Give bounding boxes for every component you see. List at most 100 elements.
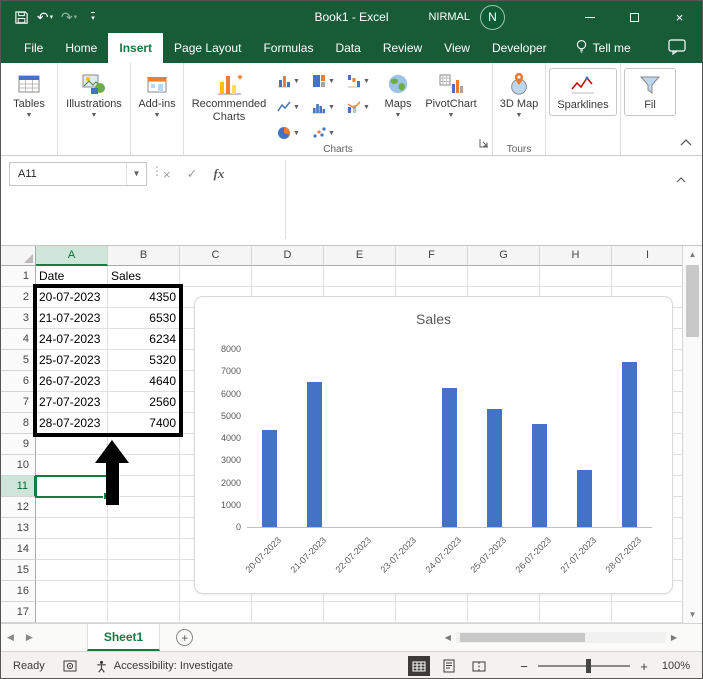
- tab-page-layout[interactable]: Page Layout: [163, 33, 252, 63]
- scroll-down-icon[interactable]: ▼: [683, 606, 702, 623]
- minimize-button[interactable]: [567, 1, 612, 33]
- vertical-scrollbar[interactable]: ▲ ▼: [682, 246, 702, 623]
- insert-combo-chart-button[interactable]: ▼: [341, 100, 376, 114]
- scroll-right-icon[interactable]: ▶: [666, 633, 682, 642]
- insert-function-icon[interactable]: fx: [214, 166, 225, 182]
- row-header-14[interactable]: 14: [1, 539, 36, 560]
- charts-dialog-launcher-icon[interactable]: [479, 135, 489, 153]
- formula-bar-splitter[interactable]: ⋮: [151, 164, 163, 178]
- cell-D1[interactable]: [252, 266, 324, 287]
- row-header-7[interactable]: 7: [1, 392, 36, 413]
- cell-A14[interactable]: [36, 539, 108, 560]
- cell-B16[interactable]: [108, 581, 180, 602]
- row-header-11[interactable]: 11: [1, 476, 36, 497]
- zoom-slider-handle[interactable]: [586, 659, 591, 673]
- tab-developer[interactable]: Developer: [481, 33, 558, 63]
- cell-B17[interactable]: [108, 602, 180, 623]
- filters-button[interactable]: Fil: [624, 68, 676, 116]
- save-icon[interactable]: [11, 5, 31, 29]
- avatar[interactable]: N: [480, 5, 505, 30]
- name-box-caret-icon[interactable]: ▼: [126, 163, 146, 185]
- horizontal-scroll-thumb[interactable]: [460, 633, 585, 642]
- sparklines-button[interactable]: Sparklines: [549, 68, 617, 116]
- next-sheet-icon[interactable]: ▶: [20, 632, 39, 643]
- prev-sheet-icon[interactable]: ◀: [1, 632, 20, 643]
- row-header-15[interactable]: 15: [1, 560, 36, 581]
- cell-A17[interactable]: [36, 602, 108, 623]
- undo-icon[interactable]: ↶▾: [35, 5, 55, 29]
- addins-button[interactable]: Add-ins ▼: [134, 66, 180, 120]
- column-header-b[interactable]: B: [108, 246, 180, 266]
- cell-A13[interactable]: [36, 518, 108, 539]
- cell-I1[interactable]: [612, 266, 684, 287]
- cell-C1[interactable]: [180, 266, 252, 287]
- page-break-view-button[interactable]: [468, 656, 490, 676]
- row-header-5[interactable]: 5: [1, 350, 36, 371]
- customize-qat-icon[interactable]: ▾: [83, 5, 103, 29]
- cell-A16[interactable]: [36, 581, 108, 602]
- vertical-scroll-thumb[interactable]: [686, 265, 699, 337]
- zoom-slider[interactable]: [538, 665, 630, 667]
- scroll-left-icon[interactable]: ◀: [440, 633, 456, 642]
- chart-bar-25-07-2023[interactable]: [487, 409, 502, 527]
- column-header-d[interactable]: D: [252, 246, 324, 266]
- 3d-map-button[interactable]: 3D Map ▼: [496, 66, 542, 120]
- tab-insert[interactable]: Insert: [108, 33, 163, 63]
- chart-bar-27-07-2023[interactable]: [577, 470, 592, 527]
- column-header-e[interactable]: E: [324, 246, 396, 266]
- chart-bar-26-07-2023[interactable]: [532, 424, 547, 527]
- cell-I17[interactable]: [612, 602, 684, 623]
- chart-bar-21-07-2023[interactable]: [307, 382, 322, 527]
- comments-button[interactable]: [668, 33, 702, 63]
- row-header-16[interactable]: 16: [1, 581, 36, 602]
- insert-scatter-chart-button[interactable]: ▼: [306, 126, 341, 140]
- row-header-9[interactable]: 9: [1, 434, 36, 455]
- user-name[interactable]: NIRMAL: [428, 11, 470, 23]
- tell-me[interactable]: Tell me: [576, 33, 631, 63]
- tab-formulas[interactable]: Formulas: [252, 33, 324, 63]
- zoom-level[interactable]: 100%: [658, 660, 690, 672]
- cell-F1[interactable]: [396, 266, 468, 287]
- zoom-out-button[interactable]: −: [518, 659, 530, 674]
- recommended-charts-button[interactable]: Recommended Charts: [187, 66, 271, 123]
- macro-record-icon[interactable]: [63, 660, 77, 672]
- name-box[interactable]: A11 ▼: [9, 162, 147, 186]
- cell-A15[interactable]: [36, 560, 108, 581]
- page-layout-view-button[interactable]: [438, 656, 460, 676]
- column-header-c[interactable]: C: [180, 246, 252, 266]
- accessibility-icon[interactable]: [95, 660, 108, 673]
- cell-H1[interactable]: [540, 266, 612, 287]
- horizontal-scroll-track[interactable]: [456, 632, 666, 643]
- formula-input[interactable]: [285, 160, 692, 239]
- chart-bar-24-07-2023[interactable]: [442, 388, 457, 527]
- sheet-tab-sheet1[interactable]: Sheet1: [87, 624, 160, 651]
- tab-review[interactable]: Review: [372, 33, 433, 63]
- collapse-formula-bar-icon[interactable]: [676, 170, 686, 188]
- insert-line-chart-button[interactable]: ▼: [271, 100, 306, 114]
- column-header-f[interactable]: F: [396, 246, 468, 266]
- normal-view-button[interactable]: [408, 656, 430, 676]
- row-header-17[interactable]: 17: [1, 602, 36, 623]
- column-header-a[interactable]: A: [36, 246, 108, 266]
- tables-button[interactable]: Tables ▼: [4, 66, 54, 120]
- cell-B15[interactable]: [108, 560, 180, 581]
- row-header-13[interactable]: 13: [1, 518, 36, 539]
- enter-icon[interactable]: ✓: [187, 166, 198, 182]
- insert-column-chart-button[interactable]: ▼: [271, 74, 306, 88]
- tab-file[interactable]: File: [13, 33, 54, 63]
- horizontal-scrollbar[interactable]: ◀ ▶: [440, 624, 682, 651]
- maximize-button[interactable]: [612, 1, 657, 33]
- close-button[interactable]: ×: [657, 1, 702, 33]
- insert-hierarchy-chart-button[interactable]: ▼: [306, 74, 341, 88]
- tab-home[interactable]: Home: [54, 33, 108, 63]
- column-header-g[interactable]: G: [468, 246, 540, 266]
- row-header-10[interactable]: 10: [1, 455, 36, 476]
- insert-waterfall-chart-button[interactable]: ▼: [341, 74, 376, 88]
- cell-B13[interactable]: [108, 518, 180, 539]
- redo-icon[interactable]: ↷▾: [59, 5, 79, 29]
- illustrations-button[interactable]: Illustrations ▼: [61, 66, 127, 120]
- row-header-8[interactable]: 8: [1, 413, 36, 434]
- cell-B14[interactable]: [108, 539, 180, 560]
- chart-bar-28-07-2023[interactable]: [622, 362, 637, 527]
- row-header-1[interactable]: 1: [1, 266, 36, 287]
